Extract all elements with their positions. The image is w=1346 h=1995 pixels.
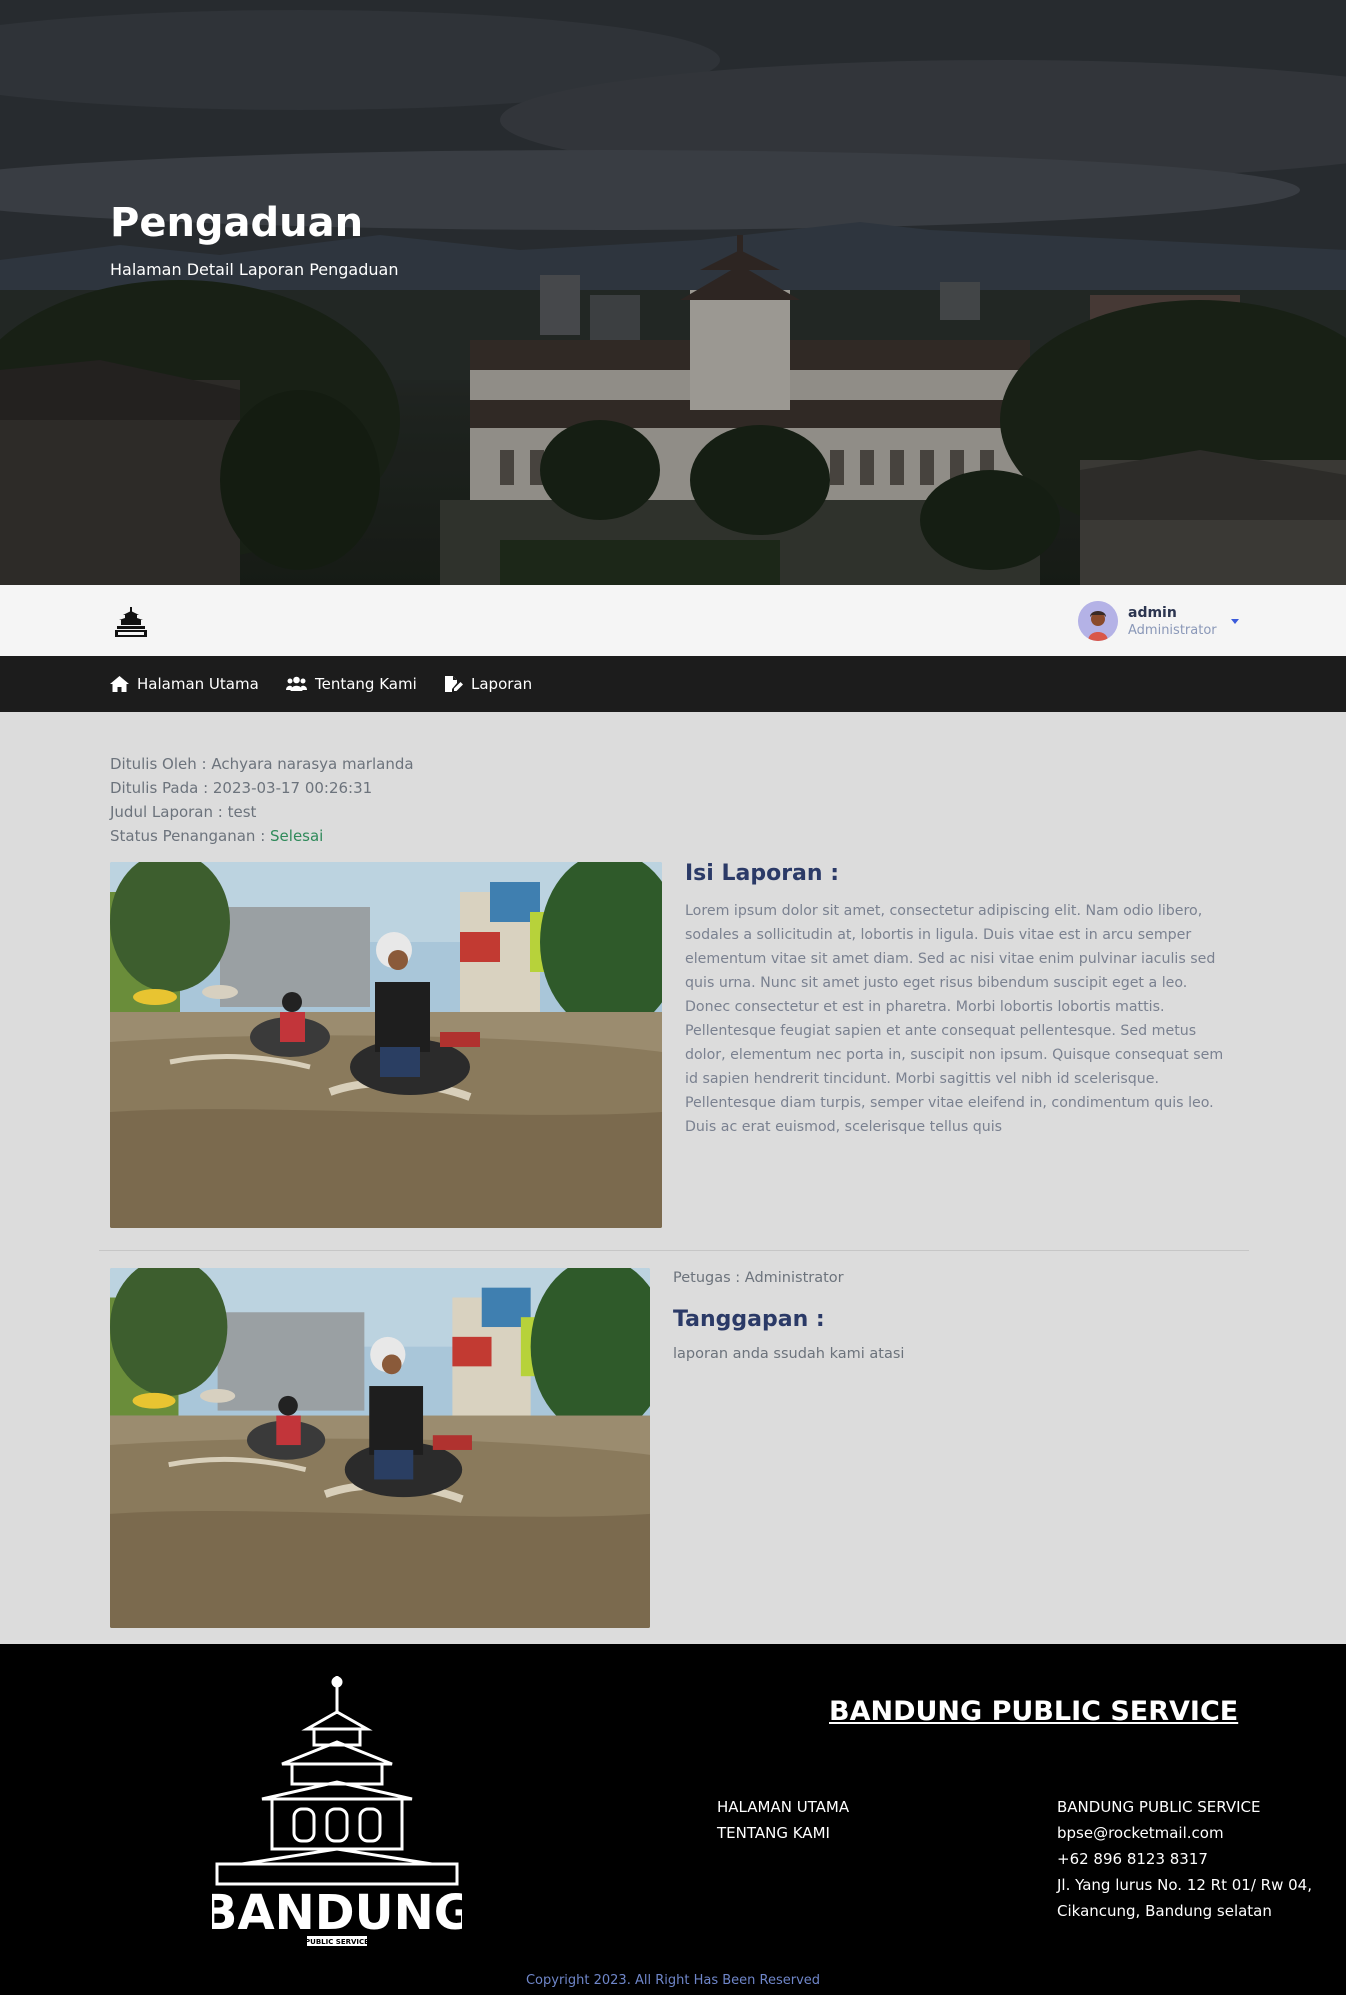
nav-label: Tentang Kami xyxy=(315,675,417,693)
user-menu[interactable]: admin Administrator xyxy=(1078,601,1217,641)
contact-name: BANDUNG PUBLIC SERVICE xyxy=(1057,1798,1261,1816)
user-name: admin xyxy=(1128,604,1177,621)
footer-links: HALAMAN UTAMA TENTANG KAMI xyxy=(717,1794,849,1846)
report-edit-icon xyxy=(445,675,463,692)
nav-item-laporan[interactable]: Laporan xyxy=(445,656,532,712)
report-status: Status Penanganan : Selesai xyxy=(110,827,324,845)
svg-text:BANDUNG: BANDUNG xyxy=(212,1885,462,1941)
response-heading: Tanggapan : xyxy=(673,1307,825,1332)
report-photo xyxy=(110,862,662,1228)
footer-brand-link[interactable]: BANDUNG PUBLIC SERVICE xyxy=(829,1696,1238,1727)
footer-link-tentang-kami[interactable]: TENTANG KAMI xyxy=(717,1820,849,1846)
report-meta: Ditulis Oleh : Achyara narasya marlanda … xyxy=(110,752,414,848)
top-bar: admin Administrator xyxy=(0,585,1346,656)
nav-item-halaman-utama[interactable]: Halaman Utama xyxy=(110,656,259,712)
avatar[interactable] xyxy=(1078,601,1118,641)
home-icon xyxy=(110,676,129,692)
bandung-logo: BANDUNG PUBLIC SERVICE xyxy=(212,1676,462,1946)
report-author: Ditulis Oleh : Achyara narasya marlanda xyxy=(110,755,414,773)
page-title: Pengaduan xyxy=(110,200,364,246)
hero-background-photo xyxy=(0,0,1346,585)
report-content-heading: Isi Laporan : xyxy=(685,861,840,886)
nav-item-tentang-kami[interactable]: Tentang Kami xyxy=(286,656,417,712)
users-icon xyxy=(286,676,307,691)
contact-phone[interactable]: +62 896 8123 8317 xyxy=(1057,1846,1342,1872)
footer: BANDUNG PUBLIC SERVICE BANDUNG PUBLIC SE… xyxy=(0,1644,1346,1995)
nav-label: Laporan xyxy=(471,675,533,693)
page-subtitle: Halaman Detail Laporan Pengaduan xyxy=(110,260,399,279)
bandung-logo-icon[interactable] xyxy=(112,607,150,639)
response-photo xyxy=(110,1268,650,1628)
status-badge: Selesai xyxy=(270,827,324,845)
report-date: Ditulis Pada : 2023-03-17 00:26:31 xyxy=(110,779,373,797)
contact-email[interactable]: bpse@rocketmail.com xyxy=(1057,1820,1342,1846)
footer-link-halaman-utama[interactable]: HALAMAN UTAMA xyxy=(717,1794,849,1820)
section-divider xyxy=(99,1250,1249,1251)
response-officer: Petugas : Administrator xyxy=(673,1270,844,1286)
svg-text:PUBLIC SERVICE: PUBLIC SERVICE xyxy=(305,1938,369,1946)
footer-contact: BANDUNG PUBLIC SERVICE bpse@rocketmail.c… xyxy=(1057,1794,1342,1924)
chevron-down-icon[interactable] xyxy=(1231,619,1239,624)
hero-banner: Pengaduan Halaman Detail Laporan Pengadu… xyxy=(0,0,1346,585)
copyright: Copyright 2023. All Right Has Been Reser… xyxy=(525,1973,821,1988)
user-role: Administrator xyxy=(1128,622,1217,638)
main-nav: Halaman Utama Tentang Kami Laporan xyxy=(0,656,1346,712)
nav-label: Halaman Utama xyxy=(137,675,259,693)
report-title: Judul Laporan : test xyxy=(110,803,257,821)
report-content: Lorem ipsum dolor sit amet, consectetur … xyxy=(685,903,1224,1135)
contact-address: Jl. Yang lurus No. 12 Rt 01/ Rw 04, Cika… xyxy=(1057,1876,1312,1920)
response-content: laporan anda ssudah kami atasi xyxy=(673,1346,905,1362)
